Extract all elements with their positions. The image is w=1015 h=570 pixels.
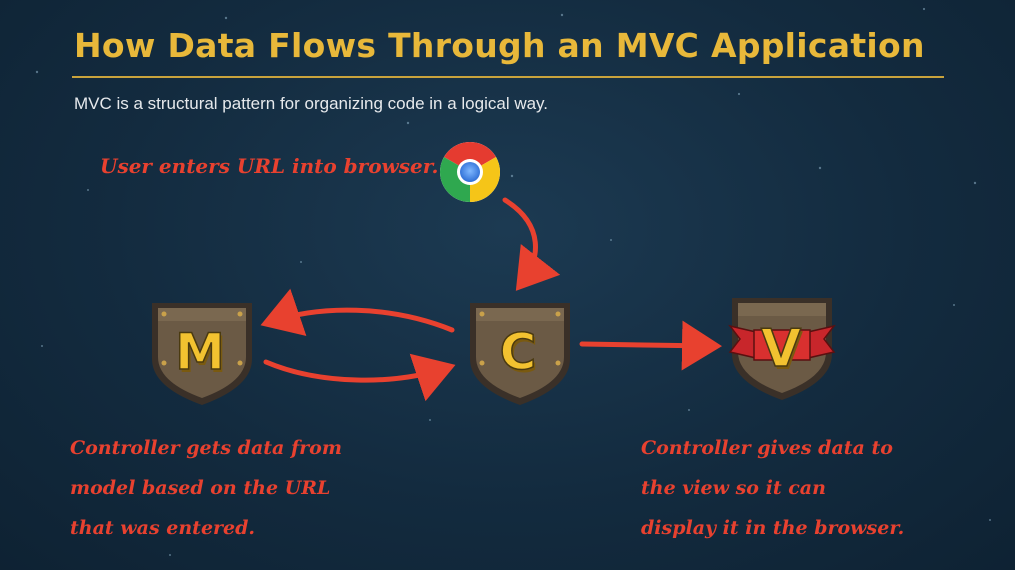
arrow-controller-to-model [260,288,455,337]
annotation-controller-gives-data: Controller gives data to the view so it … [641,437,905,539]
model-shield-icon: M M [146,297,258,409]
controller-shield-icon: C C [464,297,576,409]
arrow-controller-to-view [579,320,722,371]
arrow-model-to-controller [263,353,456,402]
view-shield-icon: V V [726,292,838,404]
annotation-controller-gets-data: Controller gets data from model based on… [70,437,342,539]
model-badge-letter: M [175,323,225,381]
arrow-browser-to-controller [502,197,561,291]
view-badge-letter: V [761,319,801,379]
controller-badge-letter: C [500,323,537,381]
